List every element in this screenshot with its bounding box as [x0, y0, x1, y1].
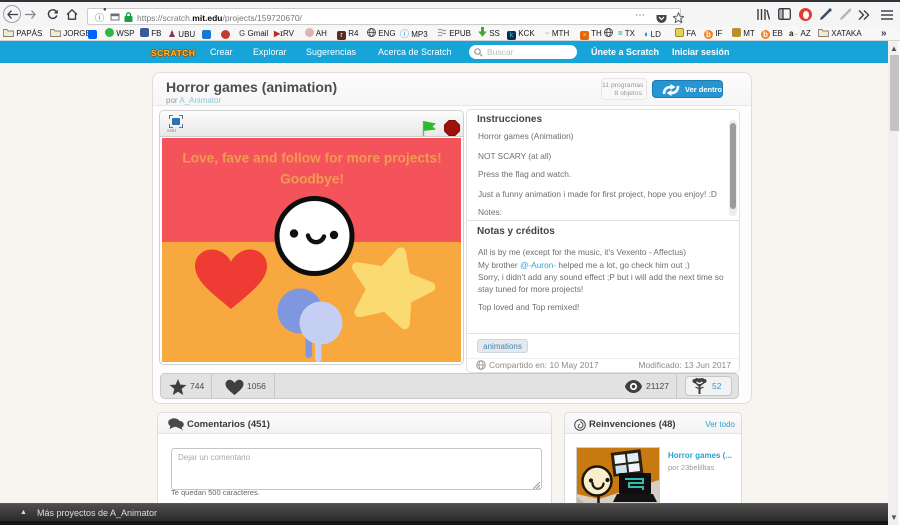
svg-text:Goodbye!: Goodbye! — [280, 172, 344, 187]
svg-text:Love, fave and follow for more: Love, fave and follow for more projects! — [182, 151, 441, 166]
